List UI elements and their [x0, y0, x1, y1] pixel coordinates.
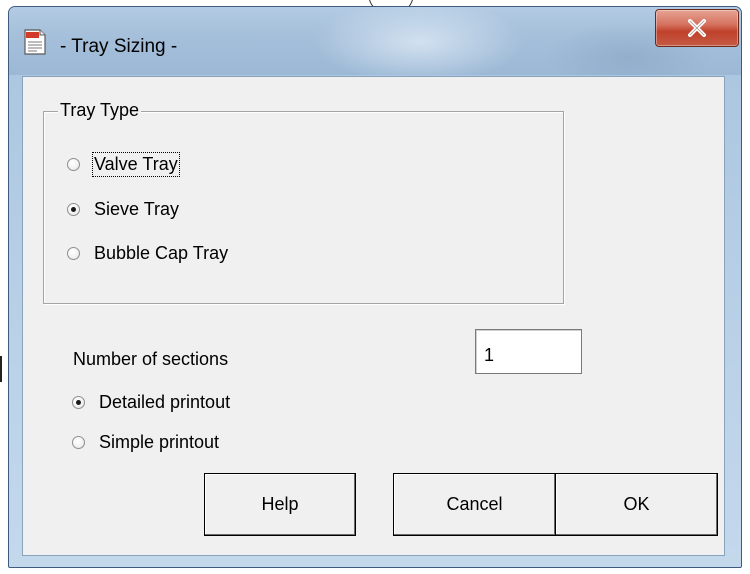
doc-icon	[24, 29, 46, 55]
radio-valve-tray[interactable]: Valve Tray	[67, 152, 180, 177]
tray-type-group-label: Tray Type	[58, 100, 142, 121]
tray-sizing-dialog: - Tray Sizing - Tray Type Valve Tray Sie…	[8, 6, 742, 568]
title-bar[interactable]: - Tray Sizing -	[9, 7, 741, 75]
radio-simple-printout[interactable]: Simple printout	[72, 432, 219, 453]
radio-button[interactable]	[67, 247, 80, 260]
window-title: - Tray Sizing -	[60, 36, 178, 57]
radio-button[interactable]	[67, 158, 80, 171]
sections-input[interactable]	[475, 329, 582, 374]
help-button[interactable]: Help	[204, 473, 356, 536]
radio-button[interactable]	[72, 436, 85, 449]
radio-label: Detailed printout	[99, 392, 231, 412]
close-icon	[688, 19, 706, 37]
radio-button[interactable]	[67, 203, 80, 216]
radio-label: Bubble Cap Tray	[94, 243, 229, 263]
dialog-client-area: Tray Type Valve Tray Sieve Tray Bubble C…	[22, 76, 725, 556]
radio-label: Sieve Tray	[94, 199, 180, 219]
radio-bubble-cap-tray[interactable]: Bubble Cap Tray	[67, 243, 228, 264]
radio-label: Valve Tray	[92, 152, 180, 177]
radio-button[interactable]	[72, 396, 85, 409]
radio-label: Simple printout	[99, 432, 220, 452]
radio-sieve-tray[interactable]: Sieve Tray	[67, 199, 179, 220]
close-button[interactable]	[655, 9, 739, 47]
ok-button[interactable]: OK	[555, 473, 718, 536]
sections-label: Number of sections	[73, 349, 229, 369]
radio-detailed-printout[interactable]: Detailed printout	[72, 392, 230, 413]
cancel-button[interactable]: Cancel	[393, 473, 556, 536]
